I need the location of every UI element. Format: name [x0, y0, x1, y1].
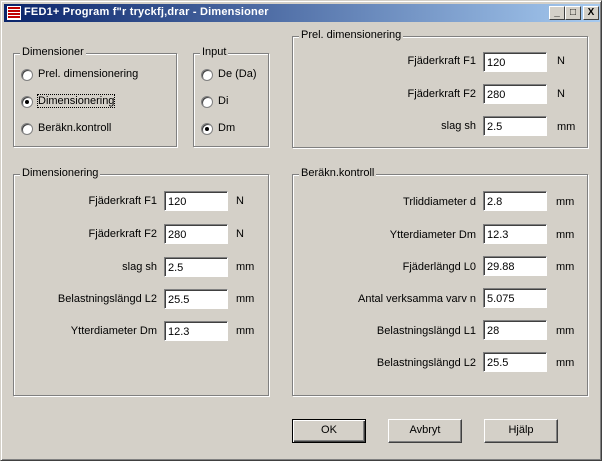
dim-f2-field[interactable] [164, 224, 228, 244]
dim-label-dm: Ytterdiameter Dm [70, 325, 157, 337]
prel-unit-f2: N [557, 88, 565, 100]
title-bar[interactable]: FED1+ Program f"r tryckfj‚drar - Dimensi… [4, 4, 600, 22]
dim-label-f1: Fjäderkraft F1 [88, 195, 157, 207]
kontroll-label-l1: Belastningslängd L1 [376, 325, 476, 337]
radio-label: De (Da) [218, 68, 257, 80]
close-button[interactable]: X [583, 6, 599, 20]
prel-label-f2: Fjäderkraft F2 [407, 88, 476, 100]
kontroll-unit-l2: mm [556, 357, 575, 369]
dim-l2-field[interactable] [164, 289, 228, 309]
dimensioner-group-title: Dimensioner [20, 46, 86, 58]
radio-selected-dot [205, 127, 209, 131]
dimensionering-group: Dimensionering [13, 167, 269, 396]
radio-circle [201, 69, 213, 81]
dim-slag-field[interactable] [164, 257, 228, 277]
dim-unit-f2: N [236, 228, 244, 240]
kontroll-l2-field[interactable] [483, 352, 547, 372]
dim-label-slag: slag sh [122, 261, 157, 273]
radio-circle [201, 123, 213, 135]
minimize-button[interactable]: _ [549, 6, 565, 20]
radio-circle [21, 123, 33, 135]
prel-group-title: Prel. dimensionering [299, 29, 404, 41]
prel-label-slag: slag sh [441, 120, 476, 132]
maximize-button[interactable]: □ [565, 6, 581, 20]
kontroll-d-field[interactable] [483, 191, 547, 211]
input-group-title: Input [200, 46, 229, 58]
dim-unit-dm: mm [236, 325, 255, 337]
dim-group-title: Dimensionering [20, 167, 101, 179]
kontroll-unit-dm: mm [556, 229, 575, 241]
help-button[interactable]: Hjälp [484, 419, 558, 443]
prel-unit-f1: N [557, 55, 565, 67]
radio-label: Dimensionering [36, 94, 116, 108]
prel-f2-field[interactable] [483, 84, 547, 104]
app-icon [7, 6, 21, 20]
dim-unit-slag: mm [236, 261, 255, 273]
kontroll-label-dm: Ytterdiameter Dm [389, 229, 476, 241]
kontroll-unit-l1: mm [556, 325, 575, 337]
radio-circle [201, 96, 213, 108]
prel-f1-field[interactable] [483, 52, 547, 72]
cancel-button[interactable]: Avbryt [388, 419, 462, 443]
kontroll-label-n: Antal verksamma varv n [358, 293, 476, 305]
ok-button[interactable]: OK [292, 419, 366, 443]
dim-label-l2: Belastningslängd L2 [57, 293, 157, 305]
kontroll-n-field[interactable] [483, 288, 547, 308]
radio-circle [21, 96, 33, 108]
dim-f1-field[interactable] [164, 191, 228, 211]
radio-label: Prel. dimensionering [38, 68, 139, 80]
dim-dm-field[interactable] [164, 321, 228, 341]
radio-circle [21, 69, 33, 81]
kontroll-group-title: Beräkn.kontroll [299, 167, 377, 179]
radio-label: Beräkn.kontroll [38, 122, 112, 134]
window-title: FED1+ Program f"r tryckfj‚drar - Dimensi… [24, 6, 269, 18]
radio-label: Dm [218, 122, 236, 134]
kontroll-unit-l0: mm [556, 261, 575, 273]
dim-label-f2: Fjäderkraft F2 [88, 228, 157, 240]
kontroll-unit-d: mm [556, 196, 575, 208]
kontroll-label-l0: Fjäderlängd L0 [402, 261, 476, 273]
prel-unit-slag: mm [557, 121, 576, 133]
kontroll-l0-field[interactable] [483, 256, 547, 276]
kontroll-label-d: Trliddiameter d [403, 196, 476, 208]
prel-label-f1: Fjäderkraft F1 [407, 55, 476, 67]
radio-selected-dot [25, 100, 29, 104]
dim-unit-f1: N [236, 195, 244, 207]
prel-slag-field[interactable] [483, 116, 547, 136]
kontroll-label-l2: Belastningslängd L2 [376, 357, 476, 369]
kontroll-dm-field[interactable] [483, 224, 547, 244]
dim-unit-l2: mm [236, 293, 255, 305]
kontroll-l1-field[interactable] [483, 320, 547, 340]
radio-label: Di [218, 95, 229, 107]
